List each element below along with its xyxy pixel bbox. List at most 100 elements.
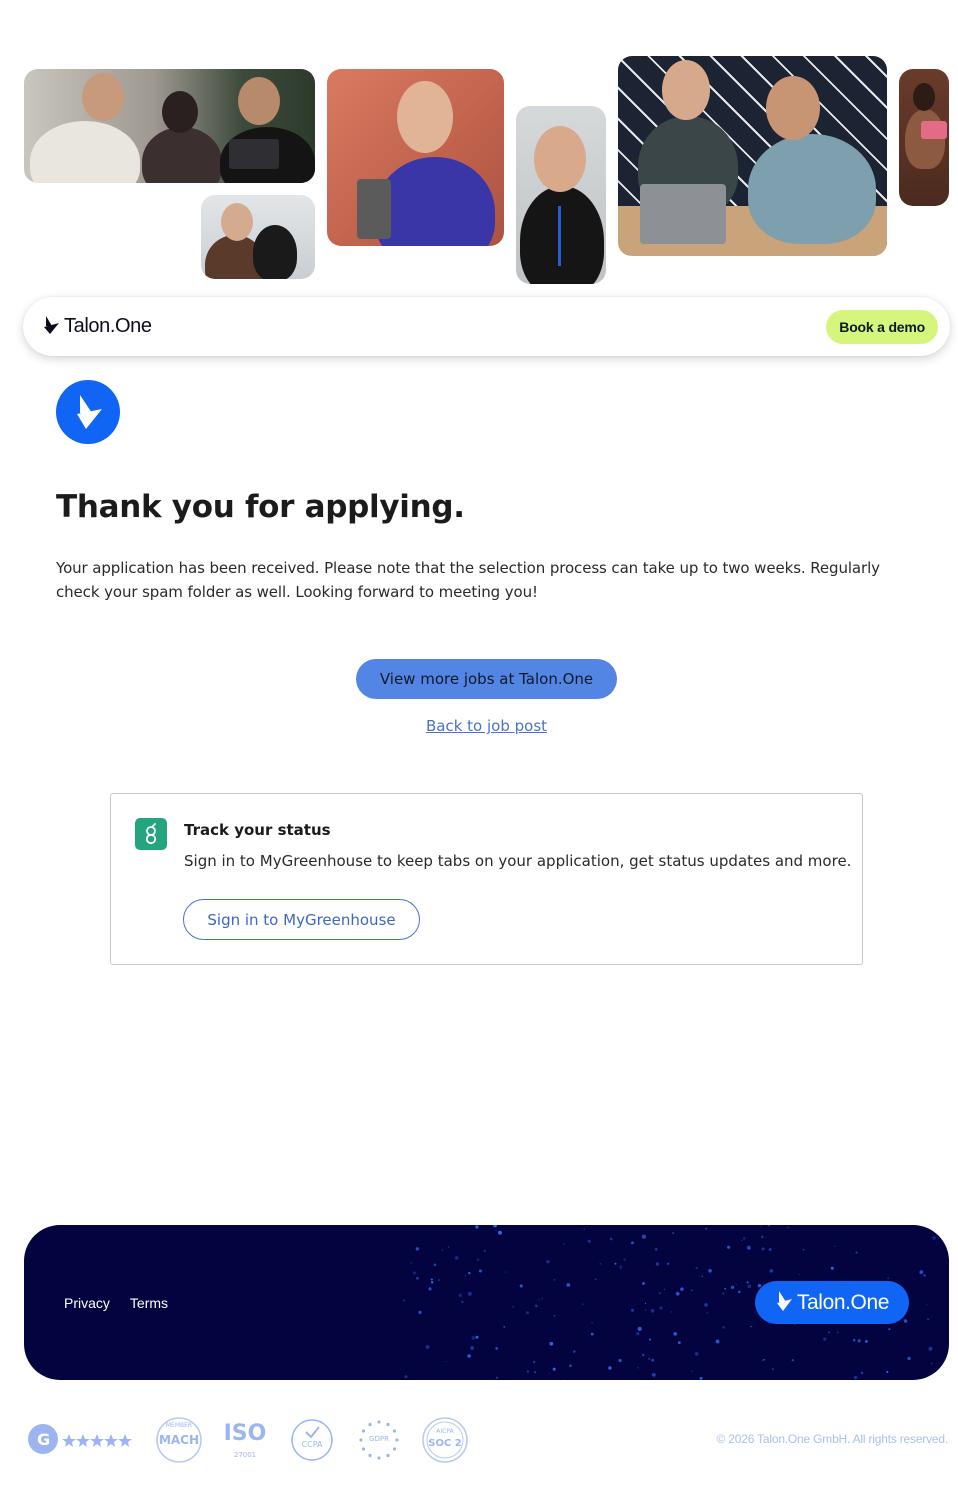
back-to-job-post-link[interactable]: Back to job post [0, 717, 958, 735]
soc2-top-label: AICPA [436, 1428, 454, 1435]
star-dot [534, 1371, 536, 1373]
star-dot [458, 1293, 463, 1298]
star-dot [642, 1282, 645, 1285]
privacy-link[interactable]: Privacy [64, 1295, 110, 1311]
view-more-jobs-button[interactable]: View more jobs at Talon.One [356, 659, 617, 699]
star-dot [907, 1356, 911, 1361]
star-dot [701, 1275, 703, 1277]
star-dot [430, 1280, 434, 1284]
star-dot [573, 1350, 576, 1353]
star-dot [935, 1376, 938, 1379]
terms-link[interactable]: Terms [130, 1295, 168, 1311]
star-dot [630, 1308, 635, 1312]
book-demo-button[interactable]: Book a demo [826, 309, 938, 344]
star-dot [505, 1271, 507, 1273]
star-dot [445, 1360, 447, 1363]
star-dot [857, 1339, 861, 1343]
star-dot [767, 1225, 770, 1227]
star-dot [724, 1287, 727, 1290]
star-dot [553, 1314, 556, 1317]
star-dot [920, 1225, 923, 1227]
star-dot [791, 1359, 794, 1362]
star-dot [563, 1243, 565, 1245]
star-dot [919, 1270, 924, 1275]
star-dot [630, 1241, 634, 1245]
star-dot [887, 1277, 889, 1280]
brand-logo[interactable]: Talon.One [43, 315, 152, 339]
star-dot [587, 1239, 591, 1243]
star-dot [641, 1234, 646, 1239]
star-dot [802, 1249, 805, 1251]
star-dot [715, 1339, 720, 1344]
star-dot [428, 1287, 432, 1291]
talon-logo-icon [56, 380, 120, 444]
star-dot [694, 1351, 699, 1356]
star-dot [926, 1304, 928, 1306]
star-dot [655, 1262, 660, 1266]
star-dot [471, 1336, 476, 1340]
star-dot [644, 1309, 647, 1311]
star-dot [761, 1247, 765, 1251]
footer-brand-name: Talon.One [796, 1290, 890, 1314]
star-dot [526, 1370, 529, 1373]
star-dot [860, 1371, 864, 1375]
star-dot [722, 1292, 724, 1295]
star-dot [888, 1328, 891, 1331]
star-dot [769, 1269, 774, 1273]
star-dot [478, 1269, 482, 1273]
mach-member-badge: MEMBER MACH [155, 1416, 203, 1464]
brand-name: Talon.One [64, 315, 152, 337]
star-dot [746, 1281, 749, 1284]
intro-text: Your application has been received. Plea… [56, 559, 880, 601]
star-dot [566, 1282, 571, 1287]
star-dot [416, 1276, 419, 1280]
star-dot [651, 1358, 655, 1362]
team-photo-coffee [327, 69, 504, 246]
star-dot [467, 1354, 471, 1358]
star-dot [430, 1278, 433, 1281]
talon-logo-icon [43, 315, 61, 339]
track-status-card: Track your status Sign in to MyGreenhous… [110, 793, 863, 965]
star-dot [546, 1260, 550, 1264]
star-dot [590, 1332, 594, 1336]
star-dot [659, 1306, 663, 1310]
team-photo-laugh [516, 106, 606, 284]
star-dot [923, 1274, 926, 1277]
star-dot [483, 1249, 486, 1252]
page-title: Thank you for applying. [56, 489, 465, 525]
iso-label: ISO [223, 1421, 267, 1446]
star-dot [641, 1353, 645, 1357]
star-dot [599, 1262, 602, 1265]
star-dot [614, 1262, 617, 1265]
star-dot [644, 1302, 647, 1305]
star-dot [591, 1322, 593, 1324]
star-dot [761, 1235, 764, 1239]
top-navbar: Talon.One Book a demo [23, 297, 950, 356]
star-dot [433, 1263, 437, 1267]
talon-logo-icon [775, 1290, 793, 1316]
star-dot [706, 1312, 708, 1314]
star-dot [741, 1239, 743, 1242]
footer-brand-button[interactable]: Talon.One [755, 1281, 909, 1324]
star-dot [650, 1308, 655, 1313]
star-dot [493, 1225, 497, 1228]
iso-number: 27001 [233, 1451, 257, 1459]
star-dot [470, 1345, 475, 1350]
svg-text:G: G [37, 1430, 50, 1449]
star-dot [637, 1366, 639, 1369]
star-dot [438, 1279, 440, 1281]
iso-badge: ISO 27001 [222, 1419, 268, 1461]
star-dot [932, 1236, 936, 1240]
star-dot [828, 1331, 830, 1334]
star-dot [552, 1367, 556, 1371]
sign-in-mygreenhouse-button[interactable]: Sign in to MyGreenhouse [183, 899, 420, 940]
star-dot [864, 1339, 868, 1343]
copyright-text: © 2026 Talon.One GmbH. All rights reserv… [716, 1432, 949, 1446]
team-photo-sofa [24, 69, 315, 183]
mach-top-label: MEMBER [165, 1422, 193, 1429]
star-dot [464, 1275, 467, 1277]
track-status-title: Track your status [184, 821, 331, 839]
star-dot [468, 1271, 471, 1275]
star-dot [609, 1237, 613, 1241]
star-dot [526, 1311, 529, 1315]
